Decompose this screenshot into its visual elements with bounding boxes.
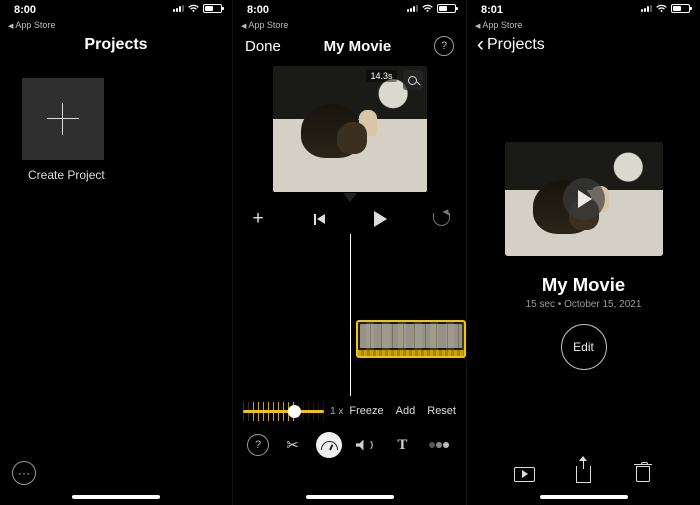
volume-icon: [356, 440, 376, 451]
timeline[interactable]: [233, 234, 466, 396]
undo-icon: [433, 213, 450, 226]
slider-knob[interactable]: [288, 405, 301, 418]
undo-button[interactable]: [430, 208, 452, 230]
home-indicator[interactable]: [72, 495, 160, 499]
create-project-tile[interactable]: [22, 78, 104, 160]
done-button[interactable]: Done: [245, 38, 281, 55]
movie-title: My Movie: [324, 38, 392, 55]
preview-button[interactable]: [512, 461, 538, 487]
cellular-icon: [641, 5, 652, 12]
status-time: 8:00: [247, 4, 269, 16]
create-project-label: Create Project: [28, 168, 232, 182]
back-to-app[interactable]: App Store: [8, 20, 55, 30]
volume-tool[interactable]: [353, 432, 379, 458]
filters-tool[interactable]: [426, 432, 452, 458]
add-button[interactable]: Add: [396, 405, 416, 417]
back-to-app[interactable]: App Store: [241, 20, 288, 30]
preview-marker-icon: [343, 193, 357, 202]
share-button[interactable]: [571, 461, 597, 487]
screen-project-detail: 8:01 App Store ‹ Projects My Movie 15 se…: [467, 0, 700, 505]
gauge-icon: [321, 441, 338, 450]
skip-start-button[interactable]: [308, 208, 330, 230]
battery-icon: [437, 4, 456, 13]
battery-icon: [671, 4, 690, 13]
wifi-icon: [187, 4, 200, 13]
playhead-time: 14.3s: [366, 70, 396, 82]
text-tool[interactable]: T: [389, 432, 415, 458]
text-icon: T: [397, 437, 407, 454]
status-time: 8:00: [14, 4, 36, 16]
battery-icon: [203, 4, 222, 13]
plus-icon: [47, 103, 79, 135]
add-media-button[interactable]: +: [247, 208, 269, 230]
scissors-icon: ✂: [286, 436, 299, 454]
play-rect-icon: [514, 467, 535, 482]
project-title: My Movie: [467, 274, 700, 296]
playhead-line[interactable]: [350, 234, 351, 396]
help-button[interactable]: ?: [434, 36, 454, 56]
cut-tool[interactable]: ✂: [280, 432, 306, 458]
home-indicator[interactable]: [540, 495, 628, 499]
project-meta: 15 sec • October 15, 2021: [467, 299, 700, 310]
play-icon: [374, 211, 387, 227]
cellular-icon: [407, 5, 418, 12]
play-overlay-button[interactable]: [563, 178, 605, 220]
back-to-app[interactable]: App Store: [475, 20, 522, 30]
filters-icon: [429, 442, 449, 448]
delete-button[interactable]: [630, 461, 656, 487]
screen-projects: 8:00 App Store Projects Create Project ·…: [0, 0, 233, 505]
edit-button[interactable]: Edit: [561, 324, 607, 370]
bottom-actions: [467, 461, 700, 487]
screen-editor: 8:00 App Store Done My Movie ? 14.3s +: [233, 0, 467, 505]
speed-tool[interactable]: [316, 432, 342, 458]
wifi-icon: [655, 4, 668, 13]
share-icon: [576, 466, 591, 483]
speed-multiplier: 1 x: [330, 406, 343, 417]
back-label: Projects: [487, 36, 545, 54]
page-title: Projects: [0, 36, 232, 54]
reset-button[interactable]: Reset: [427, 405, 456, 417]
freeze-button[interactable]: Freeze: [349, 405, 383, 417]
editor-toolbar: ? ✂ T: [233, 426, 466, 472]
trash-icon: [636, 466, 650, 482]
toolbar-help-button[interactable]: ?: [247, 434, 269, 456]
zoom-button[interactable]: [403, 70, 423, 90]
play-button[interactable]: [369, 208, 391, 230]
speed-panel: 1 x Freeze Add Reset: [233, 396, 466, 426]
project-thumbnail[interactable]: [505, 142, 663, 256]
home-indicator[interactable]: [306, 495, 394, 499]
video-clip[interactable]: [356, 320, 466, 358]
cellular-icon: [173, 5, 184, 12]
magnifier-icon: [408, 76, 417, 85]
back-button[interactable]: ‹ Projects: [467, 30, 700, 60]
speed-slider[interactable]: [243, 402, 324, 421]
wifi-icon: [421, 4, 434, 13]
more-button[interactable]: ···: [12, 461, 36, 485]
status-time: 8:01: [481, 4, 503, 16]
video-preview[interactable]: 14.3s: [273, 66, 427, 192]
